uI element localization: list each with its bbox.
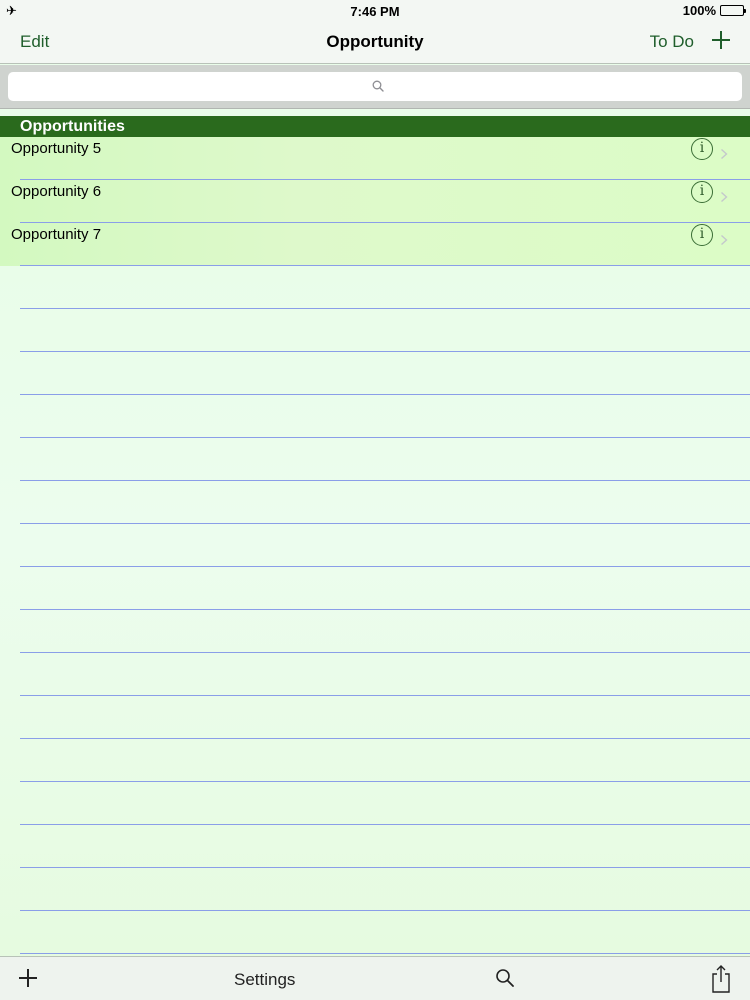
chevron-right-icon [721,148,728,160]
battery-indicator: 100% [682,3,746,18]
share-icon[interactable] [710,964,732,994]
rule-line [20,480,750,481]
search-field[interactable] [8,72,742,101]
rule-line [20,953,750,954]
navigation-bar: Edit Opportunity To Do [0,22,750,64]
list-item[interactable]: Opportunity 7 i [0,223,750,266]
info-icon[interactable]: i [691,138,713,160]
info-icon[interactable]: i [691,181,713,203]
section-header: Opportunities [0,116,750,137]
search-button[interactable] [495,968,515,988]
chevron-right-icon [721,234,728,246]
ruled-background [0,266,750,956]
search-bar [0,65,750,109]
add-opportunity-button[interactable] [710,29,732,51]
status-time: 7:46 PM [350,4,400,19]
rule-line [20,781,750,782]
todo-button[interactable]: To Do [650,32,694,52]
list-item-label: Opportunity 7 [11,226,102,243]
add-button[interactable] [18,968,38,988]
rule-line [20,437,750,438]
rule-line [20,824,750,825]
bottom-toolbar: Settings [0,956,750,1000]
rule-line [20,738,750,739]
list-item[interactable]: Opportunity 5 i [0,137,750,180]
rule-line [20,910,750,911]
list-item[interactable]: Opportunity 6 i [0,180,750,223]
opportunity-list: Opportunity 5 i Opportunity 6 i Opportun… [0,137,750,266]
rule-line [20,308,750,309]
list-item-label: Opportunity 6 [11,183,102,200]
rule-line [20,652,750,653]
search-input[interactable] [8,72,742,101]
chevron-right-icon [721,191,728,203]
rule-line [20,566,750,567]
rule-line [20,523,750,524]
rule-line [20,609,750,610]
list-item-label: Opportunity 5 [11,140,102,157]
battery-icon [720,5,746,16]
rule-line [20,695,750,696]
battery-percent: 100% [682,3,716,18]
rule-line [20,867,750,868]
rule-line [20,351,750,352]
rule-line [20,394,750,395]
info-icon[interactable]: i [691,224,713,246]
status-bar: ✈ 7:46 PM 100% [0,0,750,22]
settings-button[interactable]: Settings [234,970,295,990]
page-title: Opportunity [326,32,424,51]
edit-button[interactable]: Edit [20,32,49,52]
